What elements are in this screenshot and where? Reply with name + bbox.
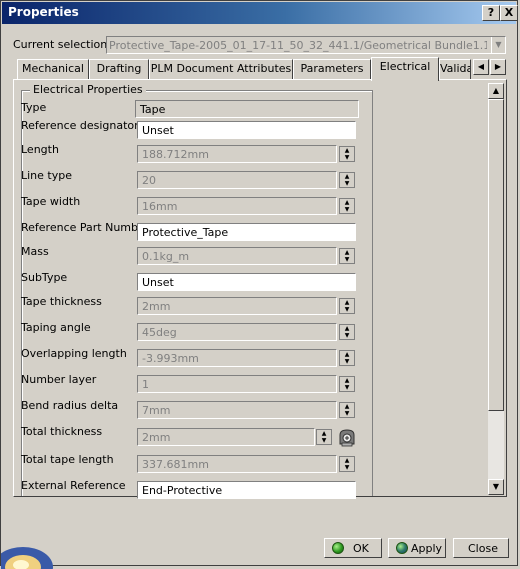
formula-icon[interactable] <box>336 426 358 448</box>
tab-validation[interactable]: Validat <box>439 59 471 79</box>
taping-angle-value: 45deg <box>142 326 177 339</box>
tab-mechanical[interactable]: Mechanical <box>17 59 89 79</box>
scroll-up-icon[interactable]: ▲ <box>488 83 504 99</box>
apply-button[interactable]: Apply <box>388 538 446 558</box>
property-label: Total tape length <box>21 453 114 466</box>
property-label: Total thickness <box>21 425 103 438</box>
property-label: Type <box>21 101 47 114</box>
property-label: SubType <box>21 271 68 284</box>
mass-field: 0.1kg_m <box>137 247 337 265</box>
taping-angle-field: 45deg <box>137 323 337 341</box>
external-reference-input[interactable]: End-Protective <box>137 481 356 499</box>
tab-strip: Mechanical Drafting PLM Document Attribu… <box>13 57 471 81</box>
title-bar: Properties ? X <box>2 2 518 24</box>
current-selection-combo[interactable]: Protective_Tape-2005_01_17-11_50_32_441.… <box>106 36 506 54</box>
number-layer-field: 1 <box>137 375 337 393</box>
overlapping-length-value: -3.993mm <box>142 352 199 365</box>
tab-scroll-right-icon[interactable]: ▶ <box>490 59 506 75</box>
spinner-icon[interactable]: ▲ ▼ <box>339 350 355 366</box>
close-label: Close <box>468 542 498 555</box>
reference-designator-value: Unset <box>142 124 174 137</box>
overlapping-length-field: -3.993mm <box>137 349 337 367</box>
scroll-thumb[interactable] <box>488 99 504 411</box>
dialog-title: Properties <box>8 5 79 19</box>
property-label: Reference designator <box>21 119 139 132</box>
spinner-icon[interactable]: ▲ ▼ <box>339 324 355 340</box>
spinner-icon[interactable]: ▲ ▼ <box>339 198 355 214</box>
close-button[interactable]: Close <box>453 538 509 558</box>
line-type-field: 20 <box>137 171 337 189</box>
total-thickness-value: 2mm <box>142 431 171 444</box>
property-label: Bend radius delta <box>21 399 119 412</box>
tab-electrical[interactable]: Electrical <box>371 57 439 81</box>
external-reference-value: End-Protective <box>142 484 223 497</box>
spinner-icon[interactable]: ▲ ▼ <box>339 172 355 188</box>
spinner-icon[interactable]: ▲ ▼ <box>339 248 355 264</box>
current-selection-row: Current selection : Protective_Tape-2005… <box>13 36 509 54</box>
spinner-icon[interactable]: ▲ ▼ <box>339 402 355 418</box>
tab-parameters[interactable]: Parameters <box>293 59 371 79</box>
tab-scroll-left-icon[interactable]: ◀ <box>473 59 489 75</box>
help-button[interactable]: ? <box>482 5 500 21</box>
properties-dialog: Properties ? X Current selection : Prote… <box>0 0 518 569</box>
total-tape-length-field: 337.681mm <box>137 455 337 473</box>
property-label: Line type <box>21 169 72 182</box>
apply-icon <box>396 542 408 554</box>
ok-button[interactable]: OK <box>324 538 382 558</box>
apply-label: Apply <box>411 542 443 555</box>
property-label: Length <box>21 143 59 156</box>
bend-radius-delta-field: 7mm <box>137 401 337 419</box>
line-type-value: 20 <box>142 174 156 187</box>
type-field: Tape <box>135 100 359 118</box>
subtype-input[interactable]: Unset <box>137 273 356 291</box>
subtype-value: Unset <box>142 276 174 289</box>
property-label: Taping angle <box>21 321 91 334</box>
ok-icon <box>332 542 344 554</box>
reference-designator-input[interactable]: Unset <box>137 121 356 139</box>
tab-plm-document-attributes[interactable]: PLM Document Attributes <box>149 59 293 79</box>
current-selection-value: Protective_Tape-2005_01_17-11_50_32_441.… <box>109 39 487 52</box>
property-label: Tape width <box>21 195 81 208</box>
compass-logo <box>1 529 53 569</box>
length-field: 188.712mm <box>137 145 337 163</box>
total-thickness-field: 2mm <box>137 428 315 446</box>
type-value: Tape <box>140 103 166 116</box>
property-label: Number layer <box>21 373 97 386</box>
spinner-icon[interactable]: ▲ ▼ <box>316 429 332 445</box>
property-label: Mass <box>21 245 49 258</box>
reference-part-number-value: Protective_Tape <box>142 226 229 239</box>
chevron-down-icon[interactable]: ▼ <box>491 37 505 53</box>
mass-value: 0.1kg_m <box>142 250 190 263</box>
property-label: External Reference <box>21 479 126 492</box>
vertical-scrollbar[interactable]: ▲ ▼ <box>488 83 504 495</box>
tape-width-value: 16mm <box>142 200 178 213</box>
spinner-icon[interactable]: ▲ ▼ <box>339 146 355 162</box>
property-label: Reference Part Number <box>21 221 150 234</box>
bend-radius-delta-value: 7mm <box>142 404 171 417</box>
group-title: Electrical Properties <box>30 83 146 96</box>
spinner-icon[interactable]: ▲ ▼ <box>339 298 355 314</box>
tape-width-field: 16mm <box>137 197 337 215</box>
spinner-icon[interactable]: ▲ ▼ <box>339 456 355 472</box>
current-selection-label: Current selection : <box>13 38 115 51</box>
number-layer-value: 1 <box>142 378 149 391</box>
ok-label: OK <box>353 542 369 555</box>
tab-drafting[interactable]: Drafting <box>89 59 149 79</box>
tape-thickness-value: 2mm <box>142 300 171 313</box>
total-tape-length-value: 337.681mm <box>142 458 209 471</box>
property-label: Overlapping length <box>21 347 127 360</box>
spinner-icon[interactable]: ▲ ▼ <box>339 376 355 392</box>
length-value: 188.712mm <box>142 148 209 161</box>
reference-part-number-input[interactable]: Protective_Tape <box>137 223 356 241</box>
tape-thickness-field: 2mm <box>137 297 337 315</box>
scroll-down-icon[interactable]: ▼ <box>488 479 504 495</box>
property-label: Tape thickness <box>21 295 102 308</box>
close-icon-button[interactable]: X <box>500 5 518 21</box>
